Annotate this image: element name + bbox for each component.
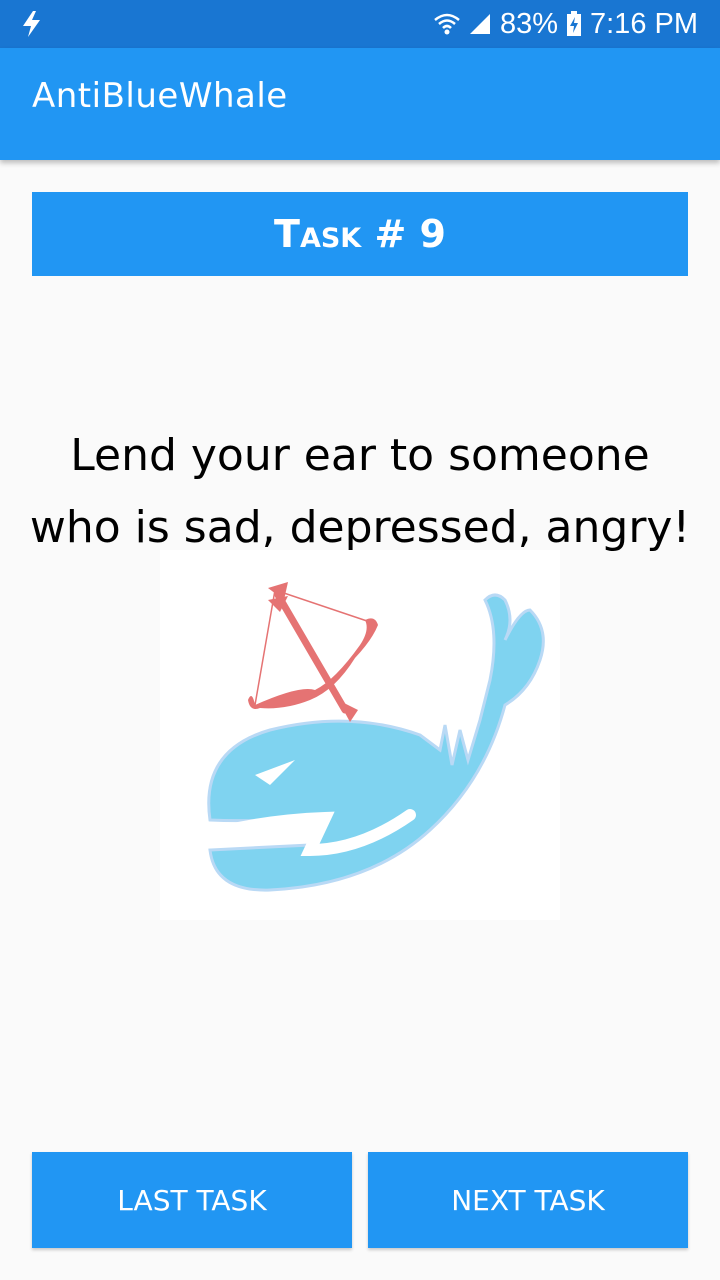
status-indicators: 83% 7:16 PM	[434, 0, 698, 48]
status-time: 7:16 PM	[590, 7, 698, 40]
battery-icon	[567, 11, 581, 36]
status-bar: 83% 7:16 PM	[0, 0, 720, 48]
signal-icon	[469, 14, 490, 34]
task-illustration	[160, 550, 560, 920]
whale-body-shape	[207, 593, 545, 892]
charging-bolt-icon	[23, 11, 40, 37]
app-title: AntiBlueWhale	[32, 76, 288, 116]
whale-with-bow-arrow-illustration	[207, 582, 545, 892]
next-task-button[interactable]: NEXT TASK	[368, 1152, 688, 1248]
task-header: Task # 9	[32, 192, 688, 276]
wifi-icon	[434, 13, 460, 35]
app-bar: AntiBlueWhale	[0, 48, 720, 160]
last-task-button[interactable]: LAST TASK	[32, 1152, 352, 1248]
task-description: Lend your ear to someone who is sad, dep…	[29, 430, 691, 553]
battery-percent: 83%	[499, 7, 558, 40]
